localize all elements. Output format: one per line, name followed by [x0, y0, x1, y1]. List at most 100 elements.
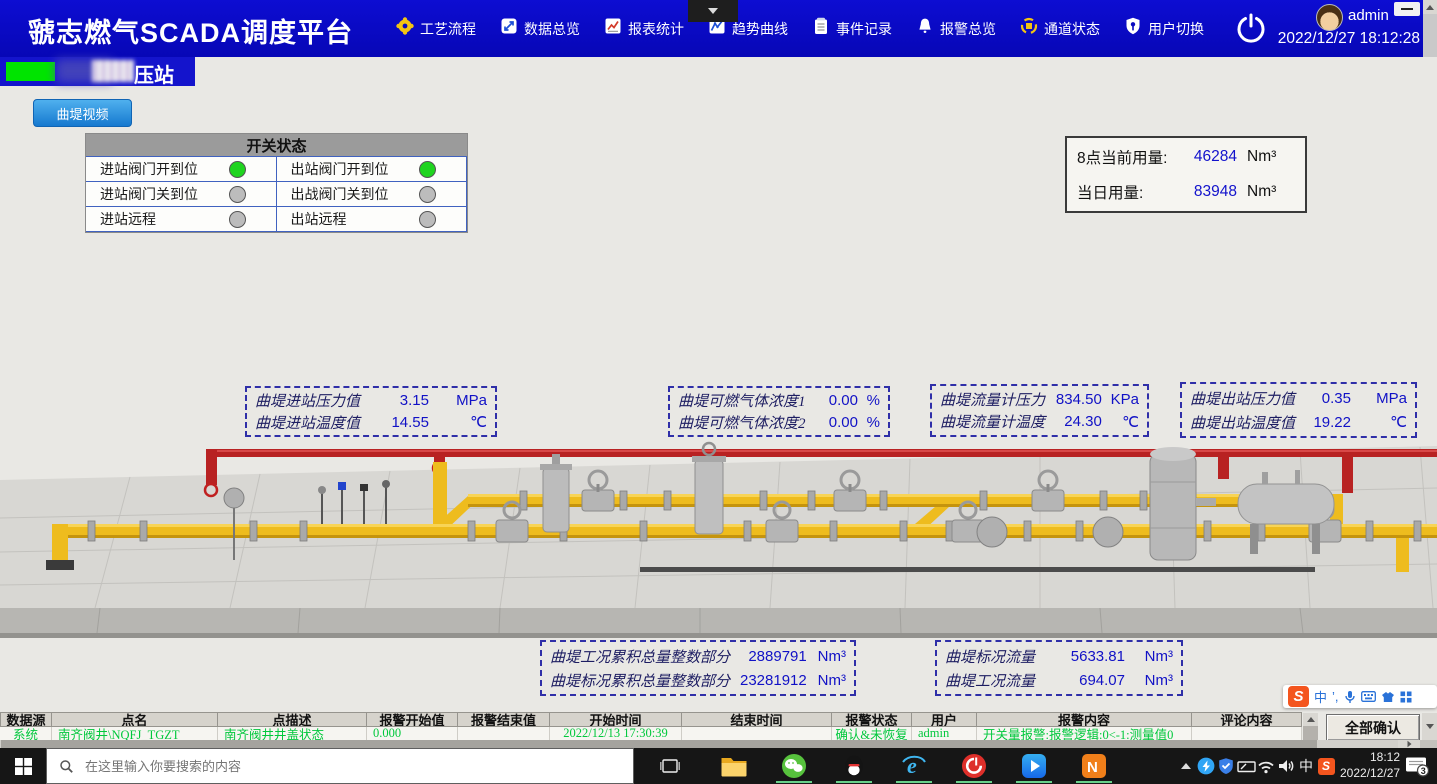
gauge-unit: MPa: [429, 392, 487, 409]
page-scrollbar-down[interactable]: [1422, 713, 1437, 740]
internet-explorer-button[interactable]: e: [884, 748, 944, 784]
h-scrollbar-right[interactable]: [1398, 740, 1420, 748]
alarm-col-header[interactable]: 用户: [912, 712, 977, 727]
ime-indicator[interactable]: 中: [1296, 748, 1316, 784]
alarm-cell[interactable]: [682, 727, 832, 740]
logout-power-button[interactable]: [1233, 11, 1269, 52]
qq-button[interactable]: [824, 748, 884, 784]
task-view-button[interactable]: [648, 748, 692, 784]
alarm-cell[interactable]: 确认&未恢复: [832, 727, 912, 740]
usage-value: 83948: [1194, 183, 1237, 201]
ime-mode-toggle[interactable]: 中: [1314, 687, 1327, 706]
recorder-collapse-chevron[interactable]: [688, 0, 738, 22]
touch-keyboard-tray-icon[interactable]: [1236, 748, 1256, 784]
arrow-up-icon: [1426, 5, 1434, 10]
soft-keyboard-icon[interactable]: [1361, 691, 1376, 702]
alarm-col-header[interactable]: 点名: [52, 712, 218, 727]
scada-app: 虢志燃气SCADA调度平台 工艺流程 数据总览 报表统计 趋势曲线 事件记录 报…: [0, 0, 1437, 784]
skin-icon[interactable]: [1381, 691, 1395, 703]
arrow-right-icon: [1407, 741, 1411, 747]
gas-concentration-panel: 曲堤可燃气体浓度10.00% 曲堤可燃气体浓度20.00%: [668, 386, 890, 437]
scrollbar-corner: [1420, 740, 1437, 748]
netease-music-button[interactable]: [944, 748, 1004, 784]
alarm-col-header[interactable]: 数据源: [0, 712, 52, 727]
alarm-col-header[interactable]: 报警内容: [977, 712, 1192, 727]
alarm-cell[interactable]: [458, 727, 550, 740]
inlet-gauge-panel: 曲堤进站压力值3.15MPa 曲堤进站温度值14.55℃: [245, 386, 497, 437]
wifi-tray-icon[interactable]: [1256, 748, 1276, 784]
video-player-button[interactable]: [1004, 748, 1064, 784]
microphone-icon[interactable]: [1344, 690, 1356, 704]
tray-expand-chevron[interactable]: [1176, 748, 1196, 784]
sogou-logo-icon[interactable]: S: [1288, 686, 1309, 707]
alarm-scrollbar-up[interactable]: [1303, 713, 1318, 726]
page-scrollbar-thumb[interactable]: [1423, 14, 1437, 57]
alarm-col-header[interactable]: 评论内容: [1192, 712, 1302, 727]
chevron-up-icon: [1181, 763, 1191, 769]
usage-value: 46284: [1194, 148, 1237, 166]
ime-punctuation-toggle[interactable]: ’,: [1332, 689, 1339, 704]
gauge-value: 2889791: [730, 648, 807, 665]
gauge-unit: %: [858, 392, 880, 409]
alarm-col-header[interactable]: 结束时间: [682, 712, 832, 727]
start-button[interactable]: [0, 748, 46, 784]
search-input[interactable]: [83, 758, 507, 775]
usage-row: 当日用量:83948Nm³: [1077, 181, 1295, 203]
wechat-button[interactable]: [764, 748, 824, 784]
page-scrollbar-up[interactable]: [1423, 0, 1437, 14]
alarm-col-header[interactable]: 点描述: [218, 712, 367, 727]
sogou-tray-icon[interactable]: S: [1316, 748, 1336, 784]
security-shield-tray-icon[interactable]: [1216, 748, 1236, 784]
status-led: [419, 211, 436, 228]
menu-item-label: 趋势曲线: [732, 19, 788, 39]
gauge-unit: Nm³: [807, 672, 846, 689]
alarm-cell[interactable]: [1192, 727, 1302, 740]
gauge-label: 曲堤流量计压力: [940, 389, 1045, 410]
menu-item-process-flow[interactable]: 工艺流程: [395, 16, 476, 41]
orange-n-icon: N: [1081, 753, 1107, 779]
gauge-unit: Nm³: [1125, 648, 1173, 665]
menu-item-data-overview[interactable]: 数据总览: [499, 16, 580, 41]
header-datetime: 2022/12/27 18:12:28: [1266, 30, 1420, 48]
status-led: [419, 186, 436, 203]
menu-item-channel-status[interactable]: 通道状态: [1019, 16, 1100, 41]
sogou-menu-grid-icon[interactable]: [1400, 691, 1412, 703]
menu-item-alarm-overview[interactable]: 报警总览: [915, 16, 996, 41]
gauge-value: 5633.81: [1053, 648, 1125, 665]
channel-status-icon: [1019, 16, 1039, 41]
alarm-col-header[interactable]: 报警开始值: [367, 712, 458, 727]
alarm-cell[interactable]: 开关量报警:报警逻辑:0<-1:测量值0: [977, 727, 1192, 740]
alarm-col-header[interactable]: 报警状态: [832, 712, 912, 727]
volume-tray-icon[interactable]: [1276, 748, 1296, 784]
confirm-all-button[interactable]: 全部确认: [1326, 714, 1420, 741]
alarm-cell[interactable]: admin: [912, 727, 977, 740]
taskbar-clock[interactable]: 18:122022/12/27: [1340, 750, 1400, 781]
data-overview-icon: [499, 16, 519, 41]
h-scrollbar-thumb[interactable]: [1, 740, 1317, 748]
running-indicator: [956, 781, 992, 784]
alarm-scrollbar-thumb[interactable]: [1303, 726, 1318, 740]
thunder-tray-icon[interactable]: [1196, 748, 1216, 784]
alarm-cell[interactable]: 0.000: [367, 727, 458, 740]
alarm-cell[interactable]: 系统: [0, 727, 52, 740]
taskbar-search-box[interactable]: [46, 748, 634, 784]
switch-status-panel: 开关状态 进站阀门开到位 出站阀门开到位 进站阀门关到位 出战阀门关到位 进站远…: [85, 133, 468, 233]
station-video-button[interactable]: 曲堤视频: [33, 99, 132, 127]
switch-cell: 出站阀门开到位: [277, 157, 468, 182]
menu-item-report-stats[interactable]: 报表统计: [603, 16, 684, 41]
menu-item-event-log[interactable]: 事件记录: [811, 16, 892, 41]
alarm-cell[interactable]: 南齐阀井\NQFJ_TGZT: [52, 727, 218, 740]
alarm-cell[interactable]: 南齐阀井井盖状态: [218, 727, 367, 740]
alarm-cell[interactable]: 2022/12/13 17:30:39: [550, 727, 682, 740]
alarm-col-header[interactable]: 报警结束值: [458, 712, 550, 727]
file-explorer-button[interactable]: [704, 748, 764, 784]
switch-label: 进站阀门开到位: [100, 159, 198, 179]
report-stats-icon: [603, 16, 623, 41]
alarm-col-header[interactable]: 开始时间: [550, 712, 682, 727]
taskbar-time: 18:12: [1370, 750, 1400, 764]
recorder-app-button[interactable]: N: [1064, 748, 1124, 784]
user-avatar[interactable]: [1316, 4, 1343, 31]
menu-item-user-switch[interactable]: 用户切换: [1123, 16, 1204, 41]
notification-center-button[interactable]: 3: [1400, 748, 1434, 784]
minimize-button[interactable]: [1394, 2, 1420, 16]
